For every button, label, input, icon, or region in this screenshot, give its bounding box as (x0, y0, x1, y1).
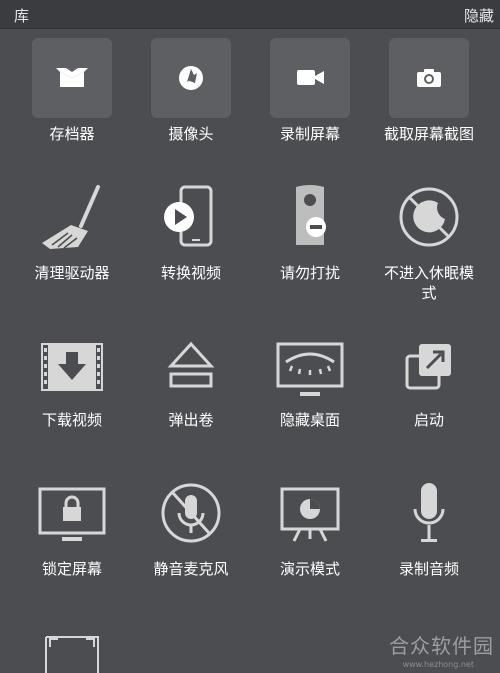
camera-aperture-icon (131, 38, 251, 118)
tile-no-sleep[interactable]: 不进入休眠模 式 (369, 183, 489, 313)
microphone-icon (369, 483, 489, 563)
fullscreen-frame-icon (12, 633, 132, 673)
hidden-eye-monitor-icon (250, 338, 370, 418)
tile-convert-video[interactable]: 转换视频 (131, 183, 251, 313)
tile-label: 录制屏幕 (279, 125, 340, 143)
tile-download-video[interactable]: 下载视频 (12, 338, 132, 448)
photo-camera-icon (369, 38, 489, 118)
tile-label: 不进入休眠模 式 (369, 263, 489, 303)
tile-label: 请勿打扰 (279, 264, 340, 282)
tile-label: 锁定屏幕 (41, 560, 102, 578)
archiver-icon (12, 38, 132, 118)
tile-record-screen[interactable]: 录制屏幕 (250, 38, 370, 148)
launch-arrow-icon (369, 338, 489, 418)
tile-clean-drive[interactable]: 清理驱动器 (12, 183, 132, 313)
phone-play-icon (131, 183, 251, 263)
tile-eject[interactable]: 弹出卷 (131, 338, 251, 448)
broom-icon (12, 183, 132, 263)
tile-label: 下载视频 (41, 411, 102, 429)
tile-label-line1: 不进入休眠模 (383, 264, 474, 282)
tile-label: 存档器 (49, 125, 95, 143)
tile-label: 录制音频 (398, 560, 459, 578)
no-sleep-icon (369, 183, 489, 263)
tile-label-line2: 式 (421, 284, 437, 302)
tile-label: 截取屏幕截图 (383, 125, 474, 143)
video-camera-icon (250, 38, 370, 118)
tile-label: 清理驱动器 (34, 264, 110, 282)
tile-camera[interactable]: 摄像头 (131, 38, 251, 148)
door-hanger-icon (250, 183, 370, 263)
tile-record-audio[interactable]: 录制音频 (369, 483, 489, 593)
tile-label: 弹出卷 (168, 411, 214, 429)
presentation-icon (250, 483, 370, 563)
hide-button[interactable]: 隐藏 (464, 5, 494, 26)
watermark-url: www.hezhong.net (402, 660, 474, 669)
library-header: 库 隐藏 (0, 0, 500, 29)
eject-icon (131, 338, 251, 418)
tile-hide-desktop[interactable]: 隐藏桌面 (250, 338, 370, 448)
tile-label: 演示模式 (279, 560, 340, 578)
tile-lock-screen[interactable]: 锁定屏幕 (12, 483, 132, 593)
tile-screenshot[interactable]: 截取屏幕截图 (369, 38, 489, 148)
library-title: 库 (14, 7, 30, 25)
tile-label: 转换视频 (160, 264, 221, 282)
tile-archiver[interactable]: 存档器 (12, 38, 132, 148)
muted-mic-icon (131, 483, 251, 563)
download-video-icon (12, 338, 132, 418)
tile-mute-mic[interactable]: 静音麦克风 (131, 483, 251, 593)
tile-do-not-disturb[interactable]: 请勿打扰 (250, 183, 370, 313)
tile-label: 启动 (413, 411, 444, 429)
tile-launch[interactable]: 启动 (369, 338, 489, 448)
tile-partial[interactable] (12, 633, 132, 673)
tile-label: 静音麦克风 (153, 560, 229, 578)
lock-monitor-icon (12, 483, 132, 563)
tile-label: 摄像头 (168, 125, 214, 143)
tile-presentation[interactable]: 演示模式 (250, 483, 370, 593)
watermark: 合众软件园 (389, 634, 494, 658)
tile-label: 隐藏桌面 (279, 411, 340, 429)
